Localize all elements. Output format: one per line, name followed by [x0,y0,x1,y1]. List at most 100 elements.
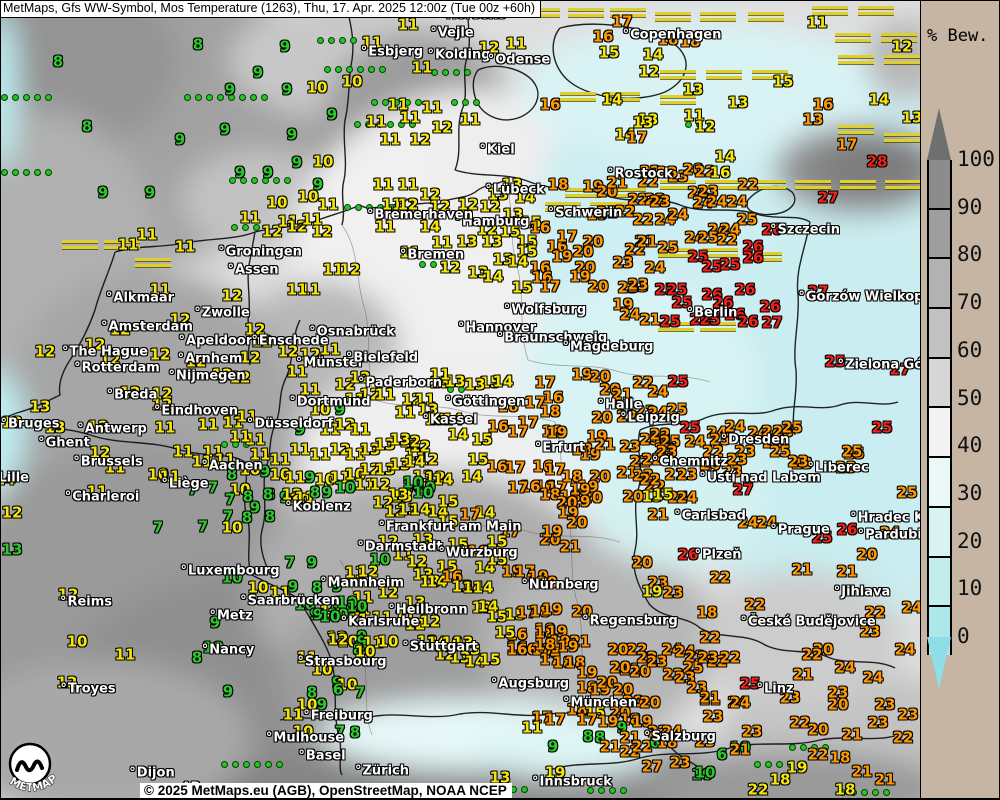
temp-value: 19 [542,525,563,540]
city-label: Nijmegen [168,370,245,383]
temp-value: 23 [788,455,809,470]
city-label: Copenhagen [623,29,722,42]
temp-value: 12 [440,261,461,276]
temp-value: 24 [863,671,884,686]
temp-value: 18 [697,606,718,621]
city-label: Bremerhaven [367,209,473,222]
temp-value: 10 [695,766,716,781]
temp-value: 9 [225,83,235,98]
temp-value: 21 [793,668,814,683]
drizzle-dot-icon [277,762,282,767]
temp-value: 20 [573,245,594,260]
drizzle-dot-icon [873,790,878,795]
temp-value: 10 [67,635,88,650]
temp-value: 21 [595,438,616,453]
temp-value: 20 [857,548,878,563]
metmaps-logo: METMAPS [3,741,81,799]
temp-value: 17 [505,461,526,476]
temp-value: 11 [230,430,251,445]
city-label: Odense [488,54,550,67]
temp-value: 14 [405,455,426,470]
legend-arrow-top-icon [927,108,951,160]
temp-value: 8 [583,730,593,745]
city-label: Salzburg [644,731,716,744]
temp-value: 24 [620,308,641,323]
city-label: Wolfsburg [504,304,586,317]
temp-value: 10 [378,635,399,650]
temp-value: 23 [677,468,698,483]
mist-symbol-icon [660,70,696,80]
temp-value: 11 [240,211,261,226]
temp-value: 20 [640,696,661,711]
city-label: Liège [161,478,208,491]
drizzle-dot-icon [452,100,457,105]
city-label: Liberec [807,462,868,475]
temp-value: 12 [410,133,431,148]
temp-value: 7 [198,520,208,535]
drizzle-dot-icon [801,745,806,750]
legend-tick-label: 30 [957,481,982,505]
drizzle-dot-icon [465,70,470,75]
temp-value: 13 [30,400,51,415]
city-label: Basel [298,750,345,763]
temp-value: 10 [335,481,356,496]
city-label: Magdeburg [563,341,654,354]
temp-value: 12 [328,633,349,648]
drizzle-dot-icon [388,122,393,127]
temp-value: 24 [648,385,669,400]
temp-value: 8 [263,488,273,503]
temp-value: 24 [707,195,728,210]
temp-value: 9 [548,740,558,755]
city-label: Erfurt [535,442,585,455]
temp-value: 11 [412,61,433,76]
temp-value: 10 [320,610,341,625]
temp-value: 7 [153,521,163,536]
drizzle-dot-icon [777,762,782,767]
temp-value: 9 [307,556,317,571]
city-label: Paderborn [358,377,442,390]
city-label: Linz [756,683,793,696]
city-label: Zielona Góra [838,359,920,372]
mist-symbol-icon [884,55,920,65]
drizzle-dot-icon [522,787,527,792]
temp-value: 17 [540,280,561,295]
temp-value: 14 [508,255,529,270]
temp-value: 10 [413,486,434,501]
temp-value: 15 [480,653,501,668]
temp-value: 10 [222,521,243,536]
drizzle-dot-icon [46,170,51,175]
temp-value: 19 [547,426,568,441]
temp-value: 22 [640,473,661,488]
temp-value: 13 [728,96,749,111]
temp-value: 20 [592,411,613,426]
temp-value: 22 [893,731,914,746]
temp-value: 11 [310,448,331,463]
temp-value: 21 [875,773,896,788]
map-canvas[interactable]: 8899910989999109999991110101111111112111… [0,0,920,800]
drizzle-dot-icon [222,762,227,767]
city-label: Pardubice [858,529,920,542]
temp-value: 22 [720,651,741,666]
drizzle-dot-icon [240,95,245,100]
temp-value: 12 [240,351,261,366]
drizzle-dot-icon [790,745,795,750]
temp-value: 23 [898,708,919,723]
city-label: Lübeck [485,184,545,197]
city-label: Rotterdam [74,362,160,375]
temp-value: 11 [283,708,304,723]
temp-value: 21 [792,563,813,578]
temp-value: 12 [639,65,660,80]
drizzle-dot-icon [274,178,279,183]
temp-value: 10 [298,190,319,205]
temp-value: 24 [645,261,666,276]
temp-value: 25 [658,241,679,256]
temp-value: 16 [488,420,509,435]
temp-value: 20 [567,516,588,531]
temp-value: 26 [735,283,756,298]
drizzle-dot-icon [416,100,421,105]
temp-value: 17 [837,138,858,153]
temp-value: 12 [312,225,333,240]
city-label: Apeldoorn [179,335,262,348]
drizzle-dot-icon [196,95,201,100]
city-label: Groningen [218,246,302,259]
